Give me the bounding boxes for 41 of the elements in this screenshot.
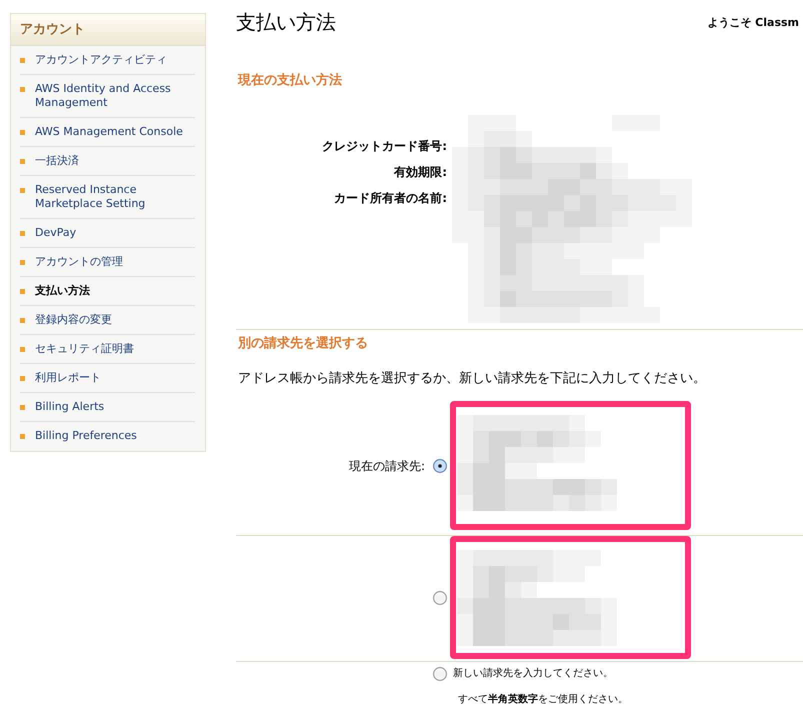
sidebar-link[interactable]: 支払い方法 [20,277,195,305]
note-text: すべて半角英数字をご使用ください。 [458,693,629,707]
sidebar-link[interactable]: Billing Preferences [20,422,195,450]
sidebar-link[interactable]: Reserved Instance Marketplace Setting [20,176,195,218]
field-label: 有効期限: [394,164,447,181]
section-heading: 別の請求先を選択する [236,335,369,353]
sidebar-title: アカウント [11,14,205,46]
sidebar-link[interactable]: 一括決済 [20,147,195,175]
sidebar-link[interactable]: 利用レポート [20,364,195,392]
sidebar-link[interactable]: アカウントの管理 [20,248,195,276]
sidebar-link[interactable]: Billing Alerts [20,393,195,421]
bullet-icon [20,188,25,193]
bullet-icon [20,231,25,236]
sidebar-link[interactable]: セキュリティ証明書 [20,335,195,363]
welcome-text: ようこそ Classm [707,14,799,30]
section-heading: 現在の支払い方法 [236,72,343,90]
sidebar-link[interactable]: AWS Identity and Access Management [20,75,195,117]
bullet-icon [20,159,25,164]
field-label: クレジットカード番号: [322,138,447,155]
sidebar-link[interactable]: AWS Management Console [20,118,195,146]
page-title: 支払い方法 [236,10,336,34]
bullet-icon [20,405,25,410]
bullet-icon [20,87,25,92]
address-label: 現在の請求先: [348,458,425,474]
bullet-icon [20,318,25,323]
bullet-icon [20,347,25,352]
radio-button[interactable] [433,590,447,604]
sidebar-link[interactable]: アカウントアクティビティ [20,46,195,74]
bullet-icon [20,260,25,265]
instruction-text: アドレス帳から請求先を選択するか、新しい請求先を下記に入力してください。 [238,370,707,388]
bullet-icon [20,130,25,135]
bullet-icon [20,434,25,439]
bullet-icon [20,289,25,294]
bullet-icon [20,58,25,63]
bullet-icon [20,376,25,381]
radio-button[interactable] [433,667,447,681]
field-label: カード所有者の名前: [334,190,447,207]
radio-label: 新しい請求先を入力してください。 [452,667,614,681]
sidebar-link[interactable]: 登録内容の変更 [20,306,195,334]
radio-button[interactable] [433,458,447,472]
sidebar-link[interactable]: DevPay [20,219,195,247]
